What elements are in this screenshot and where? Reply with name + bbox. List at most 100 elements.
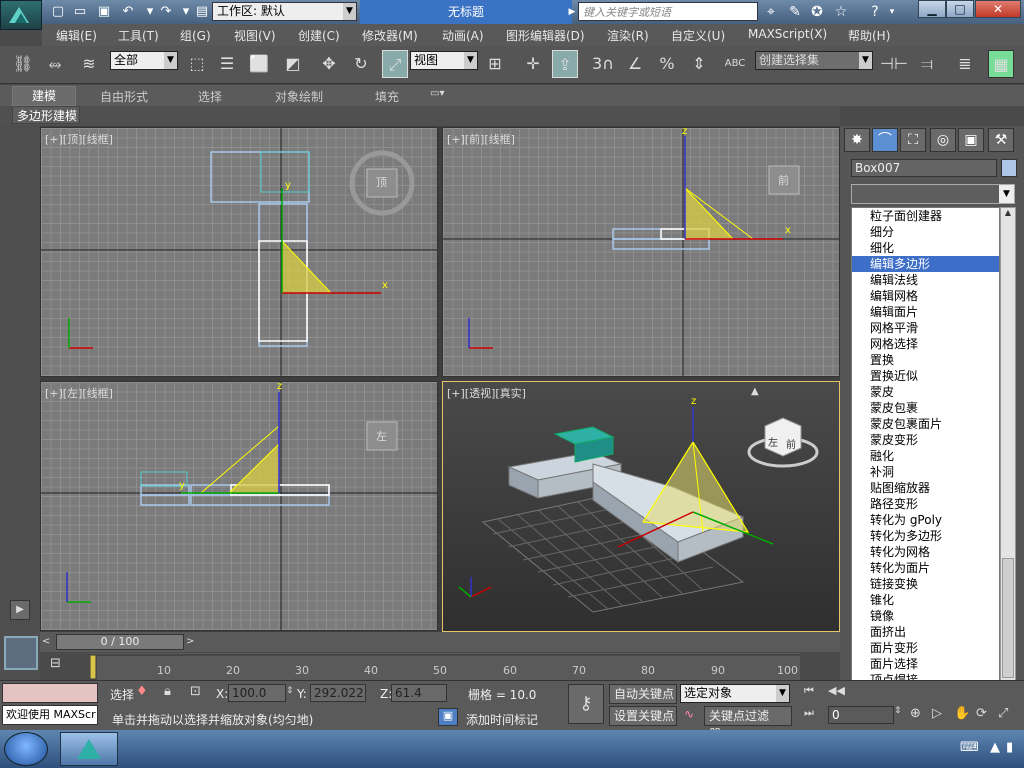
select-object-icon[interactable]: ⬚ — [184, 50, 210, 78]
communication-icon[interactable]: ✎ — [784, 2, 806, 22]
modifier-list-item[interactable]: 链接变换 — [852, 576, 999, 592]
y-coord-field[interactable]: 292.022 — [310, 684, 366, 702]
ribbon-options-icon[interactable]: ▭▾ — [430, 88, 452, 102]
modifier-list-item[interactable]: 蒙皮 — [852, 384, 999, 400]
modifier-list-item[interactable]: 转化为面片 — [852, 560, 999, 576]
viewport-left-label[interactable]: [+][左][线框] — [45, 385, 113, 401]
modifier-list-item[interactable]: 网格选择 — [852, 336, 999, 352]
modifier-list-dropdown[interactable]: ▼ — [851, 184, 1015, 204]
bind-space-warp-icon[interactable]: ≋ — [76, 50, 102, 78]
viewcube-left-label[interactable]: 左 — [376, 428, 387, 444]
menu-views[interactable]: 视图(V) — [234, 27, 276, 44]
rectangular-selection-icon[interactable]: ⬜ — [246, 50, 272, 78]
time-slider[interactable]: 0 / 100 — [56, 634, 184, 650]
network-tray-icon[interactable]: ▮ — [1006, 740, 1013, 755]
maximize-button[interactable]: □ — [946, 0, 974, 18]
modifier-list-item[interactable]: 蒙皮包裹面片 — [852, 416, 999, 432]
modifier-list-item[interactable]: 编辑网格 — [852, 288, 999, 304]
pan-hand-icon[interactable]: ✋ — [954, 706, 974, 724]
current-frame-field[interactable]: 0 — [828, 706, 894, 724]
modifier-list-item[interactable]: 网格平滑 — [852, 320, 999, 336]
close-button[interactable]: ✕ — [975, 0, 1021, 18]
modifier-list-item[interactable]: 镜像 — [852, 608, 999, 624]
maximize-viewport-icon[interactable]: ⤢ — [998, 706, 1018, 724]
keyboard-shortcut-override-icon[interactable]: ⇪ — [552, 50, 578, 78]
mirror-icon[interactable]: ⊣⊢ — [880, 50, 908, 78]
expand-panel-icon[interactable]: ▶ — [10, 600, 30, 620]
align-icon[interactable]: ⫤ — [914, 50, 940, 78]
zoom-icon[interactable]: ⊕ — [910, 706, 930, 724]
scale-icon[interactable]: ⤢ — [382, 50, 408, 78]
time-next-icon[interactable]: > — [186, 634, 198, 650]
modifier-list-item[interactable]: 编辑面片 — [852, 304, 999, 320]
new-file-icon[interactable]: ▢ — [48, 3, 68, 21]
menu-create[interactable]: 创建(C) — [298, 27, 340, 44]
redo-icon[interactable]: ↷ — [156, 3, 176, 21]
angle-snap-icon[interactable]: ∠ — [622, 50, 648, 78]
absolute-mode-icon[interactable]: ⊡ — [190, 684, 210, 702]
display-tab-icon[interactable]: ▣ — [958, 128, 984, 152]
modifier-list-item[interactable]: 融化 — [852, 448, 999, 464]
tab-object-paint[interactable]: 对象绘制 — [275, 88, 323, 105]
selection-filter-dropdown[interactable]: 全部 ▼ — [110, 51, 178, 70]
tray-expand-icon[interactable]: ▲ — [990, 740, 1000, 755]
x-coord-field[interactable]: 100.0 — [228, 684, 286, 702]
percent-snap-icon[interactable]: % — [654, 50, 680, 78]
modifier-list-item[interactable]: 置换近似 — [852, 368, 999, 384]
modifier-list-item[interactable]: 置换 — [852, 352, 999, 368]
help-dropdown-icon[interactable]: ▾ — [886, 2, 898, 22]
modifier-list-item[interactable]: 粒子面创建器 — [852, 208, 999, 224]
modifier-list[interactable]: 粒子面创建器 细分 细化 编辑多边形 编辑法线 编辑网格 编辑面片 网格平滑 网格选择 置换 置换近… — [851, 207, 1000, 705]
viewport-front-label[interactable]: [+][前][线框] — [447, 131, 515, 147]
viewport-top-label[interactable]: [+][顶][线框] — [45, 131, 113, 147]
modifier-list-item[interactable]: 转化为 gPoly — [852, 512, 999, 528]
menu-customize[interactable]: 自定义(U) — [671, 27, 725, 44]
polygon-modeling-panel[interactable]: 多边形建模 — [12, 106, 80, 124]
modifier-list-item[interactable]: 转化为多边形 — [852, 528, 999, 544]
viewport-left[interactable]: [+][左][线框] z y 左 — [40, 381, 438, 631]
time-tag-icon[interactable]: ▣ — [438, 708, 458, 726]
scrollbar-thumb[interactable] — [1002, 558, 1014, 678]
lock-icon[interactable]: ▲ — [751, 386, 759, 397]
key-filters-button[interactable]: 关键点过滤器... — [704, 706, 792, 741]
modifier-list-item[interactable]: 路径变形 — [852, 496, 999, 512]
viewcube-persp-left-label[interactable]: 左 — [768, 434, 778, 449]
object-color-swatch[interactable] — [1001, 159, 1017, 177]
link-icon[interactable]: ⛓ — [10, 50, 36, 78]
modifier-list-item[interactable]: 锥化 — [852, 592, 999, 608]
motion-tab-icon[interactable]: ◎ — [930, 128, 956, 152]
modifier-list-item[interactable]: 蒙皮包裹 — [852, 400, 999, 416]
binoculars-icon[interactable]: ⌖ — [760, 2, 782, 22]
menu-rendering[interactable]: 渲染(R) — [607, 27, 649, 44]
scroll-up-icon[interactable]: ▲ — [1002, 208, 1014, 220]
modifier-list-item[interactable]: 面片变形 — [852, 640, 999, 656]
maxscript-listener-output[interactable] — [2, 683, 98, 703]
viewcube-persp-front-label[interactable]: 前 — [786, 436, 796, 451]
modifier-list-item[interactable]: 补洞 — [852, 464, 999, 480]
viewcube-front-label[interactable]: 前 — [778, 172, 789, 188]
viewport-layout-icon[interactable] — [4, 636, 38, 670]
isolate-selection-icon[interactable]: ♦ — [136, 684, 156, 702]
modifier-list-scrollbar[interactable]: ▲ ▼ — [1000, 207, 1016, 705]
search-input[interactable]: 键入关键字或短语 — [578, 2, 758, 21]
save-icon[interactable]: ▣ — [94, 3, 114, 21]
field-of-view-icon[interactable]: ▷ — [932, 706, 952, 724]
lock-selection-icon[interactable]: 🔒︎ — [164, 684, 184, 702]
keyboard-tray-icon[interactable]: ⌨ — [960, 740, 979, 755]
viewport-perspective-label[interactable]: [+][透视][真实] — [447, 385, 526, 401]
menu-graph-editors[interactable]: 图形编辑器(D) — [506, 27, 585, 44]
snaps-toggle-icon[interactable]: 3∩ — [590, 50, 616, 78]
spinner-snap-icon[interactable]: ⇕ — [686, 50, 712, 78]
modifier-list-item[interactable]: 蒙皮变形 — [852, 432, 999, 448]
tab-modeling[interactable]: 建模 — [12, 86, 76, 106]
frame-spinner-icon[interactable]: ⇕ — [894, 706, 904, 724]
edit-named-selection-icon[interactable]: ABC — [722, 50, 748, 78]
key-mode-toggle-icon[interactable]: ⏭ — [804, 706, 824, 724]
undo-icon[interactable]: ↶ — [118, 3, 138, 21]
modifier-list-item[interactable]: 细分 — [852, 224, 999, 240]
menu-maxscript[interactable]: MAXScript(X) — [748, 27, 827, 41]
graphite-toggle-icon[interactable]: ▦ — [988, 50, 1014, 78]
favorites-star-icon[interactable]: ☆ — [830, 2, 852, 22]
layer-manager-icon[interactable]: ≣ — [952, 50, 978, 78]
add-time-tag-label[interactable]: 添加时间标记 — [466, 711, 538, 728]
